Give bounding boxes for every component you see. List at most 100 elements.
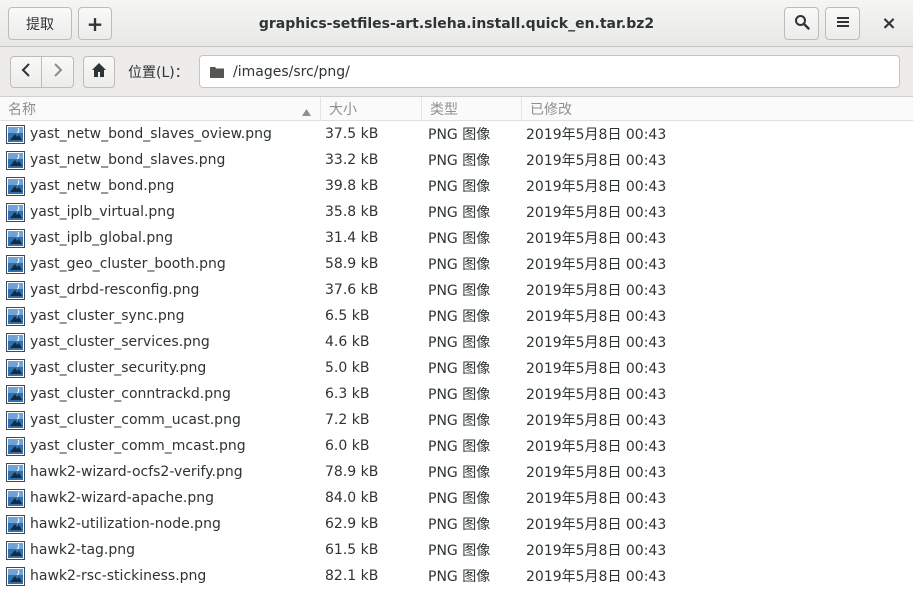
file-row[interactable]: yast_geo_cluster_booth.png 58.9 kB PNG 图像 2… xyxy=(0,251,913,277)
png-image-file-icon xyxy=(6,359,25,378)
hamburger-menu-icon xyxy=(836,15,850,33)
add-button-label: + xyxy=(86,11,104,36)
file-modified: 2019年5月8日 00:43 xyxy=(526,439,667,455)
file-name: yast_cluster_security.png xyxy=(30,360,207,376)
file-type: PNG 图像 xyxy=(428,153,491,169)
file-row[interactable]: hawk2-wizard-apache.png 84.0 kB PNG 图像 2019… xyxy=(0,485,913,511)
file-row[interactable]: yast_cluster_comm_ucast.png 7.2 kB PNG 图像 2… xyxy=(0,407,913,433)
file-name: yast_netw_bond.png xyxy=(30,178,175,194)
file-name: yast_iplb_virtual.png xyxy=(30,204,176,220)
column-name-label: 名称 xyxy=(8,101,36,118)
png-image-file-icon xyxy=(6,541,25,560)
file-modified: 2019年5月8日 00:43 xyxy=(526,205,667,221)
column-header-size[interactable]: 大小 xyxy=(321,97,422,120)
sort-ascending-icon xyxy=(302,104,311,120)
file-type: PNG 图像 xyxy=(428,231,491,247)
png-image-file-icon xyxy=(6,411,25,430)
folder-icon xyxy=(209,65,225,79)
column-type-label: 类型 xyxy=(430,101,458,118)
file-modified: 2019年5月8日 00:43 xyxy=(526,387,667,403)
menu-button[interactable] xyxy=(825,7,860,40)
file-modified: 2019年5月8日 00:43 xyxy=(526,413,667,429)
png-image-file-icon xyxy=(6,489,25,508)
file-row[interactable]: yast_cluster_security.png 5.0 kB PNG 图像 201… xyxy=(0,355,913,381)
file-row[interactable]: yast_netw_bond_slaves_oview.png 37.5 kB PN… xyxy=(0,121,913,147)
file-row[interactable]: yast_iplb_virtual.png 35.8 kB PNG 图像 2019年5… xyxy=(0,199,913,225)
file-size: 31.4 kB xyxy=(325,230,379,246)
file-row[interactable]: yast_netw_bond.png 39.8 kB PNG 图像 2019年5月8日… xyxy=(0,173,913,199)
column-size-label: 大小 xyxy=(329,101,357,118)
file-row[interactable]: hawk2-rsc-stickiness.png 82.1 kB PNG 图像 201… xyxy=(0,563,913,589)
png-image-file-icon xyxy=(6,437,25,456)
back-button[interactable] xyxy=(10,56,42,88)
close-icon: × xyxy=(881,13,897,34)
file-size: 58.9 kB xyxy=(325,256,379,272)
chevron-right-icon xyxy=(53,63,63,81)
column-header-type[interactable]: 类型 xyxy=(422,97,522,120)
file-size: 33.2 kB xyxy=(325,152,379,168)
file-row[interactable]: yast_cluster_conntrackd.png 6.3 kB PNG 图像 2… xyxy=(0,381,913,407)
home-icon xyxy=(91,62,107,82)
file-name: hawk2-wizard-ocfs2-verify.png xyxy=(30,464,243,480)
file-name: yast_netw_bond_slaves_oview.png xyxy=(30,126,272,142)
file-modified: 2019年5月8日 00:43 xyxy=(526,153,667,169)
file-type: PNG 图像 xyxy=(428,179,491,195)
file-name: hawk2-utilization-node.png xyxy=(30,516,221,532)
file-name: yast_cluster_services.png xyxy=(30,334,210,350)
file-type: PNG 图像 xyxy=(428,413,491,429)
file-size: 78.9 kB xyxy=(325,464,379,480)
search-button[interactable] xyxy=(784,7,819,40)
file-row[interactable]: yast_iplb_global.png 31.4 kB PNG 图像 2019年5月… xyxy=(0,225,913,251)
file-modified: 2019年5月8日 00:43 xyxy=(526,517,667,533)
location-input[interactable]: /images/src/png/ xyxy=(199,55,900,88)
file-size: 37.6 kB xyxy=(325,282,379,298)
file-row[interactable]: yast_cluster_sync.png 6.5 kB PNG 图像 2019年5月… xyxy=(0,303,913,329)
add-button[interactable]: + xyxy=(78,7,112,40)
file-row[interactable]: yast_netw_bond_slaves.png 33.2 kB PNG 图像 20… xyxy=(0,147,913,173)
file-row[interactable]: yast_cluster_services.png 4.6 kB PNG 图像 201… xyxy=(0,329,913,355)
file-name: yast_cluster_sync.png xyxy=(30,308,185,324)
extract-button[interactable]: 提取 xyxy=(8,7,72,40)
file-modified: 2019年5月8日 00:43 xyxy=(526,361,667,377)
file-row[interactable]: yast_drbd-resconfig.png 37.6 kB PNG 图像 2019… xyxy=(0,277,913,303)
file-modified: 2019年5月8日 00:43 xyxy=(526,231,667,247)
file-row[interactable]: yast_cluster_comm_mcast.png 6.0 kB PNG 图像 2… xyxy=(0,433,913,459)
png-image-file-icon xyxy=(6,229,25,248)
window-title: graphics-setfiles-art.sleha.install.quic… xyxy=(258,15,655,32)
file-type: PNG 图像 xyxy=(428,387,491,403)
png-image-file-icon xyxy=(6,567,25,586)
file-name: yast_iplb_global.png xyxy=(30,230,173,246)
file-row[interactable]: hawk2-wizard-ocfs2-verify.png 78.9 kB PNG … xyxy=(0,459,913,485)
file-type: PNG 图像 xyxy=(428,257,491,273)
column-header-modified[interactable]: 已修改 xyxy=(522,97,913,120)
file-row[interactable]: hawk2-utilization-node.png 62.9 kB PNG 图像 2… xyxy=(0,511,913,537)
file-list: yast_netw_bond_slaves_oview.png 37.5 kB PN… xyxy=(0,121,913,589)
file-type: PNG 图像 xyxy=(428,335,491,351)
file-size: 6.5 kB xyxy=(325,308,370,324)
file-size: 39.8 kB xyxy=(325,178,379,194)
file-name: yast_cluster_comm_ucast.png xyxy=(30,412,241,428)
file-modified: 2019年5月8日 00:43 xyxy=(526,491,667,507)
forward-button[interactable] xyxy=(41,56,74,88)
png-image-file-icon xyxy=(6,255,25,274)
file-type: PNG 图像 xyxy=(428,439,491,455)
header-bar: 提取 + graphics-setfiles-art.sleha.install… xyxy=(0,0,913,47)
column-modified-label: 已修改 xyxy=(530,101,572,118)
file-type: PNG 图像 xyxy=(428,569,491,585)
column-header-name[interactable]: 名称 xyxy=(0,97,321,120)
png-image-file-icon xyxy=(6,177,25,196)
file-size: 5.0 kB xyxy=(325,360,370,376)
file-modified: 2019年5月8日 00:43 xyxy=(526,465,667,481)
png-image-file-icon xyxy=(6,333,25,352)
file-type: PNG 图像 xyxy=(428,283,491,299)
file-name: yast_netw_bond_slaves.png xyxy=(30,152,226,168)
png-image-file-icon xyxy=(6,385,25,404)
file-row[interactable]: hawk2-tag.png 61.5 kB PNG 图像 2019年5月8日 00:4… xyxy=(0,537,913,563)
location-path: /images/src/png/ xyxy=(233,63,350,80)
file-type: PNG 图像 xyxy=(428,361,491,377)
file-size: 61.5 kB xyxy=(325,542,379,558)
close-button[interactable]: × xyxy=(873,7,905,40)
file-modified: 2019年5月8日 00:43 xyxy=(526,569,667,585)
home-button[interactable] xyxy=(83,56,115,88)
file-type: PNG 图像 xyxy=(428,127,491,143)
